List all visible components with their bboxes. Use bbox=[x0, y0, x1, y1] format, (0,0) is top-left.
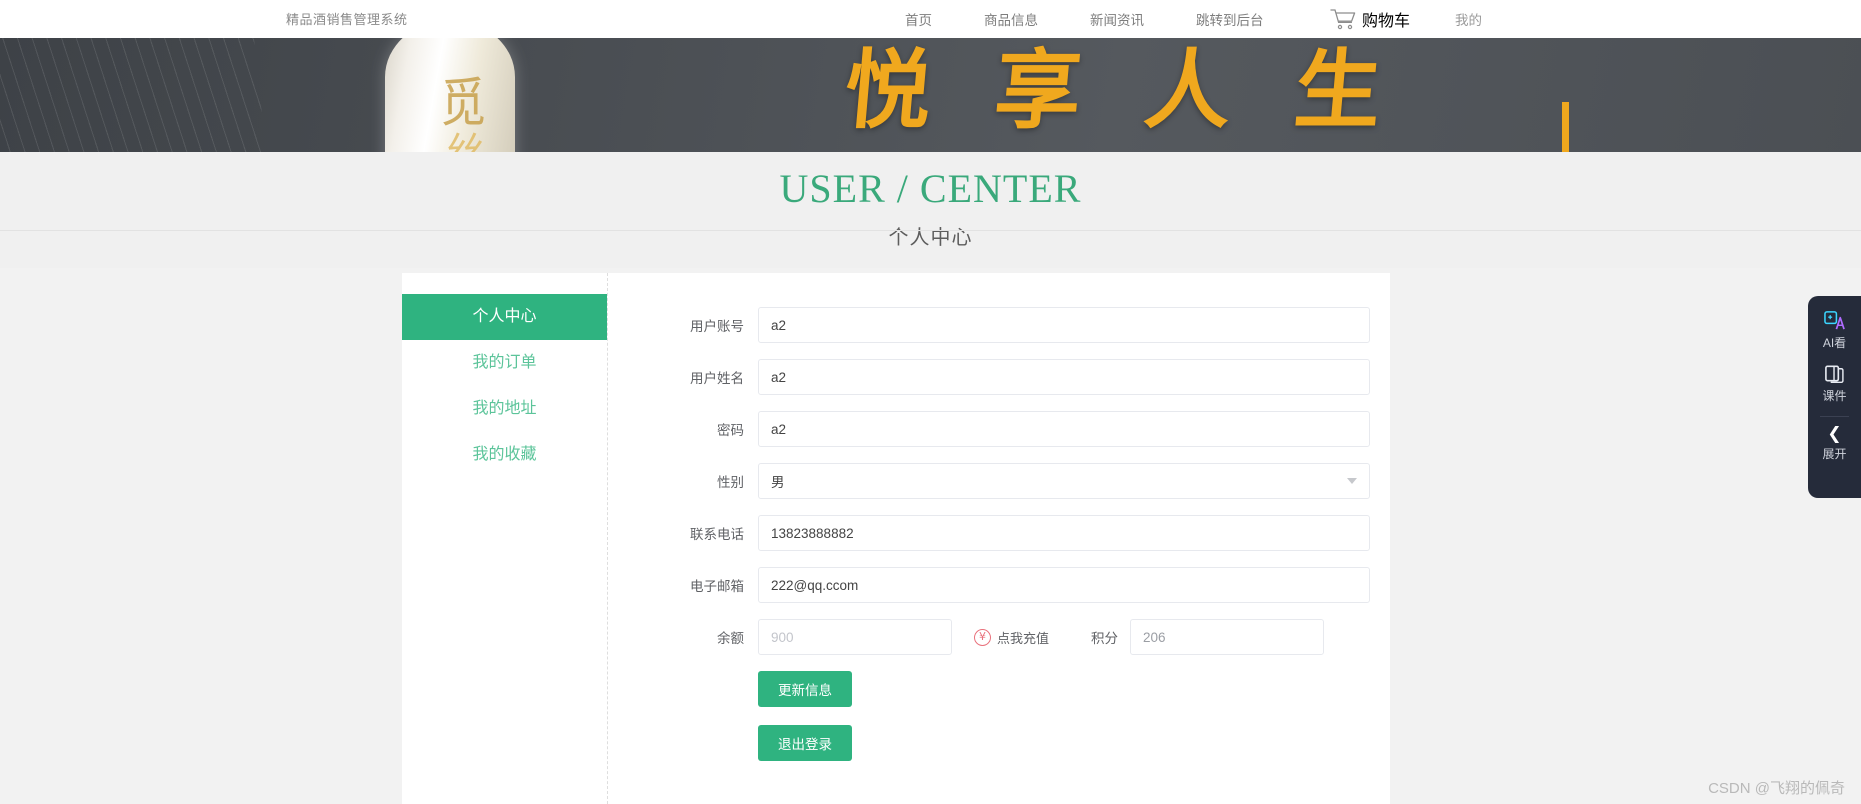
banner-slogan-char-1: 悦 bbox=[840, 40, 940, 141]
floatbar-item-courseware[interactable]: 课件 bbox=[1822, 363, 1847, 404]
sidebar-item-my-orders[interactable]: 我的订单 bbox=[402, 340, 607, 386]
top-navigation-bar: 精品酒销售管理系统 首页 商品信息 新闻资讯 跳转到后台 购物车 我的 bbox=[0, 0, 1861, 38]
chevron-down-icon bbox=[1347, 478, 1357, 484]
floatbar-label-expand: 展开 bbox=[1822, 447, 1847, 461]
label-account: 用户账号 bbox=[690, 319, 744, 334]
gender-select[interactable]: 男 bbox=[758, 463, 1370, 499]
user-center-panel: 个人中心 我的订单 我的地址 我的收藏 用户账号 a2 用户姓名 a2 密码 a… bbox=[402, 273, 1390, 804]
label-username: 用户姓名 bbox=[690, 371, 744, 386]
form-row-account: 用户账号 a2 bbox=[668, 307, 1370, 343]
nav-item-products[interactable]: 商品信息 bbox=[984, 9, 1038, 29]
site-brand-title: 精品酒销售管理系统 bbox=[286, 12, 408, 27]
update-info-button[interactable]: 更新信息 bbox=[758, 671, 852, 707]
nav-item-cart[interactable]: 购物车 bbox=[1330, 0, 1410, 38]
page-header: USER / CENTER 个人中心 bbox=[0, 152, 1861, 268]
nav-item-mine[interactable]: 我的 bbox=[1455, 0, 1482, 38]
yen-circle-icon: ¥ bbox=[974, 628, 991, 646]
page-subtitle: 个人中心 bbox=[888, 227, 973, 249]
recharge-label: 点我充值 bbox=[997, 630, 1050, 646]
floatbar-divider bbox=[1820, 416, 1849, 417]
floatbar-label-ai: AI看 bbox=[1822, 336, 1847, 350]
form-row-username: 用户姓名 a2 bbox=[668, 359, 1370, 395]
chevron-left-icon: ❮ bbox=[1827, 424, 1842, 443]
banner-slogan: 悦 享 人 生 bbox=[841, 40, 1390, 141]
floating-sidebar-widget: AI看 课件 ❮ 展开 bbox=[1808, 296, 1861, 498]
sidebar-item-personal-center[interactable]: 个人中心 bbox=[402, 294, 607, 340]
shopping-cart-icon bbox=[1330, 9, 1356, 30]
banner-accent-bar bbox=[1562, 102, 1569, 152]
form-row-phone: 联系电话 13823888882 bbox=[668, 515, 1370, 551]
banner-light-rays bbox=[0, 38, 270, 152]
form-actions: 更新信息 退出登录 bbox=[668, 671, 1370, 761]
sidebar-menu: 个人中心 我的订单 我的地址 我的收藏 bbox=[402, 273, 608, 804]
account-input[interactable]: a2 bbox=[758, 307, 1370, 343]
banner-slogan-char-3: 人 bbox=[1140, 40, 1240, 141]
nav-item-news[interactable]: 新闻资讯 bbox=[1090, 9, 1144, 29]
recharge-link[interactable]: ¥ 点我充值 bbox=[974, 628, 1049, 647]
label-points: 积分 bbox=[1091, 631, 1119, 646]
logout-button[interactable]: 退出登录 bbox=[758, 725, 852, 761]
page-title: USER / CENTER bbox=[779, 166, 1082, 211]
bottle-label-glyph-secondary: 丝 bbox=[445, 120, 485, 152]
email-input[interactable]: 222@qq.ccom bbox=[758, 567, 1370, 603]
book-icon bbox=[1825, 365, 1844, 383]
label-password: 密码 bbox=[717, 423, 744, 438]
hero-banner: 觅 丝 悦 享 人 生 bbox=[0, 38, 1861, 152]
sidebar-item-my-favorites[interactable]: 我的收藏 bbox=[402, 432, 607, 478]
floatbar-item-expand[interactable]: ❮ 展开 bbox=[1822, 425, 1846, 462]
phone-input[interactable]: 13823888882 bbox=[758, 515, 1370, 551]
header-divider bbox=[0, 230, 1861, 231]
nav-links: 首页 商品信息 新闻资讯 跳转到后台 bbox=[905, 0, 1264, 38]
password-input[interactable]: a2 bbox=[758, 411, 1370, 447]
profile-form: 用户账号 a2 用户姓名 a2 密码 a2 性别 男 联系电话 13823888… bbox=[608, 273, 1390, 804]
nav-item-admin[interactable]: 跳转到后台 bbox=[1196, 9, 1264, 29]
label-balance: 余额 bbox=[717, 631, 744, 646]
page-root: 精品酒销售管理系统 首页 商品信息 新闻资讯 跳转到后台 购物车 我的 觅 丝 … bbox=[0, 0, 1861, 804]
label-gender: 性别 bbox=[717, 475, 744, 490]
form-row-email: 电子邮箱 222@qq.ccom bbox=[668, 567, 1370, 603]
floatbar-item-ai[interactable]: AI看 bbox=[1823, 310, 1846, 351]
floatbar-label-courseware: 课件 bbox=[1822, 389, 1847, 403]
form-row-gender: 性别 男 bbox=[668, 463, 1370, 499]
username-input[interactable]: a2 bbox=[758, 359, 1370, 395]
banner-slogan-char-4: 生 bbox=[1290, 40, 1390, 141]
banner-slogan-char-2: 享 bbox=[990, 40, 1090, 141]
points-input[interactable]: 206 bbox=[1130, 619, 1325, 655]
sidebar-item-my-address[interactable]: 我的地址 bbox=[402, 386, 607, 432]
ai-sparkle-icon bbox=[1824, 311, 1845, 330]
label-phone: 联系电话 bbox=[690, 527, 744, 542]
cart-label: 购物车 bbox=[1362, 13, 1411, 30]
form-row-balance-points: 余额 900 ¥ 点我充值 积分 206 bbox=[668, 619, 1370, 655]
balance-input[interactable]: 900 bbox=[758, 619, 952, 655]
csdn-watermark: CSDN @飞翔的佩奇 bbox=[1708, 780, 1845, 797]
form-row-password: 密码 a2 bbox=[668, 411, 1370, 447]
nav-item-home[interactable]: 首页 bbox=[905, 9, 932, 29]
gender-select-value: 男 bbox=[771, 475, 785, 490]
label-email: 电子邮箱 bbox=[690, 579, 744, 594]
